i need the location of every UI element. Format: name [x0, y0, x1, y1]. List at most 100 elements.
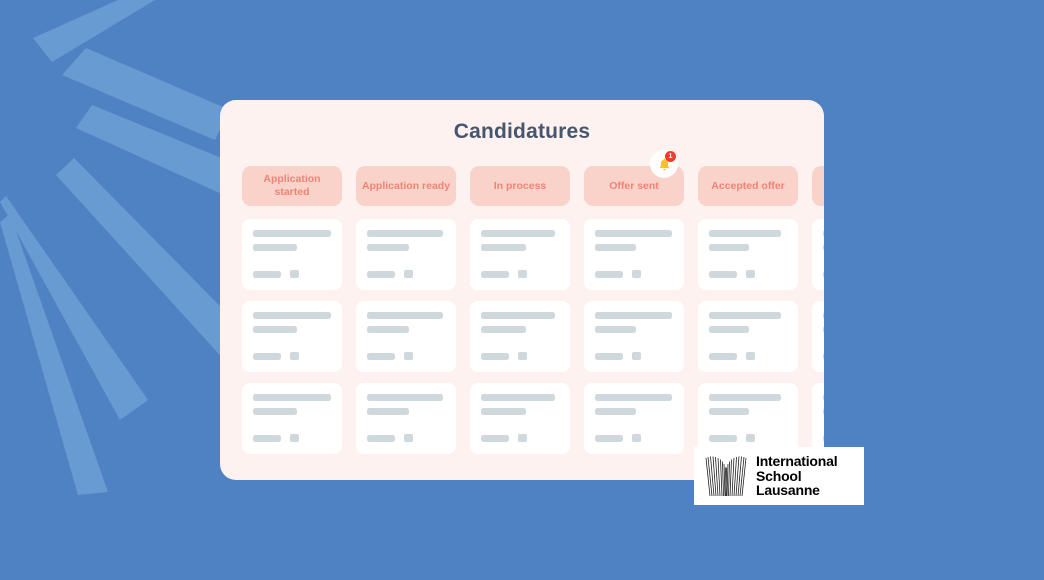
column-header-pill[interactable]: Application started	[242, 166, 342, 206]
skeleton-card-footer	[709, 352, 755, 360]
skeleton-card[interactable]	[584, 301, 684, 372]
skeleton-bar-tag	[253, 434, 281, 442]
skeleton-card-footer	[823, 352, 824, 360]
skeleton-card-footer	[595, 270, 641, 278]
page-title: Candidatures	[453, 120, 591, 143]
skeleton-bar-secondary	[481, 408, 526, 415]
skeleton-card-footer	[595, 434, 641, 442]
skeleton-card[interactable]	[470, 219, 570, 290]
column-cards	[812, 219, 824, 454]
skeleton-bar-primary	[709, 312, 781, 319]
skeleton-bar-chip	[290, 270, 299, 278]
skeleton-bar-primary	[595, 312, 672, 319]
skeleton-bar-secondary	[709, 326, 749, 333]
skeleton-bar-secondary	[367, 408, 409, 415]
notification-bell-button[interactable]: 1	[650, 150, 678, 178]
board-column-in-process: In process	[470, 166, 570, 454]
skeleton-bar-secondary	[595, 408, 636, 415]
board-column-offer-sent: Offer sent	[584, 166, 684, 454]
skeleton-bar-tag	[367, 352, 395, 360]
skeleton-bar-secondary	[481, 244, 526, 251]
skeleton-card[interactable]	[356, 301, 456, 372]
skeleton-bar-secondary	[709, 244, 749, 251]
skeleton-card[interactable]	[812, 383, 824, 454]
skeleton-card[interactable]	[812, 219, 824, 290]
skeleton-bar-tag	[253, 270, 281, 278]
skeleton-bar-chip	[746, 352, 755, 360]
column-header-pill[interactable]: Application ready	[356, 166, 456, 206]
column-header-pill[interactable]	[812, 166, 824, 206]
skeleton-card[interactable]	[698, 301, 798, 372]
skeleton-bar-primary	[253, 312, 331, 319]
skeleton-bar-chip	[632, 352, 641, 360]
skeleton-bar-chip	[290, 352, 299, 360]
skeleton-bar-tag	[595, 270, 623, 278]
skeleton-bar-secondary	[595, 326, 636, 333]
skeleton-card-footer	[253, 434, 299, 442]
skeleton-bar-secondary	[481, 326, 526, 333]
column-cards	[698, 219, 798, 454]
skeleton-bar-secondary	[253, 244, 297, 251]
skeleton-card[interactable]	[812, 301, 824, 372]
skeleton-bar-tag	[823, 434, 824, 442]
skeleton-card[interactable]	[356, 219, 456, 290]
skeleton-card[interactable]	[242, 383, 342, 454]
skeleton-card[interactable]	[242, 301, 342, 372]
skeleton-bar-chip	[746, 434, 755, 442]
skeleton-bar-secondary	[823, 326, 824, 333]
skeleton-bar-secondary	[367, 244, 409, 251]
column-header-pill[interactable]: In process	[470, 166, 570, 206]
skeleton-bar-tag	[367, 270, 395, 278]
skeleton-bar-chip	[518, 352, 527, 360]
skeleton-bar-primary	[367, 230, 443, 237]
skeleton-bar-primary	[823, 312, 824, 319]
skeleton-card[interactable]	[356, 383, 456, 454]
skeleton-card[interactable]	[584, 219, 684, 290]
skeleton-bar-tag	[823, 352, 824, 360]
skeleton-bar-primary	[595, 394, 672, 401]
skeleton-bar-secondary	[823, 408, 824, 415]
skeleton-card-footer	[823, 270, 824, 278]
skeleton-bar-chip	[518, 270, 527, 278]
logo-line-1: International	[756, 453, 838, 470]
board-column-application-started: Application started	[242, 166, 342, 454]
skeleton-card-footer	[253, 270, 299, 278]
column-cards	[242, 219, 342, 454]
skeleton-bar-tag	[709, 352, 737, 360]
skeleton-bar-chip	[746, 270, 755, 278]
skeleton-bar-tag	[595, 352, 623, 360]
skeleton-card[interactable]	[470, 301, 570, 372]
skeleton-bar-chip	[404, 434, 413, 442]
skeleton-card[interactable]	[698, 219, 798, 290]
logo-wordmark: International School Lausanne	[756, 453, 838, 498]
notification-count-badge: 1	[665, 151, 676, 162]
skeleton-bar-chip	[632, 434, 641, 442]
skeleton-bar-tag	[595, 434, 623, 442]
skeleton-bar-secondary	[367, 326, 409, 333]
column-header-pill[interactable]: Accepted offer	[698, 166, 798, 206]
skeleton-card-footer	[481, 352, 527, 360]
skeleton-bar-tag	[481, 270, 509, 278]
skeleton-bar-primary	[367, 312, 443, 319]
logo-line-2: School	[756, 467, 802, 484]
skeleton-bar-chip	[404, 352, 413, 360]
skeleton-bar-primary	[481, 312, 555, 319]
skeleton-bar-chip	[518, 434, 527, 442]
skeleton-card-footer	[709, 270, 755, 278]
skeleton-card-footer	[709, 434, 755, 442]
column-cards	[584, 219, 684, 454]
candidatures-panel: Candidatures Application started Applica…	[220, 100, 824, 480]
skeleton-bar-primary	[595, 230, 672, 237]
skeleton-card[interactable]	[242, 219, 342, 290]
skeleton-bar-secondary	[595, 244, 636, 251]
skeleton-bar-secondary	[253, 408, 297, 415]
skeleton-card[interactable]	[470, 383, 570, 454]
skeleton-bar-tag	[367, 434, 395, 442]
skeleton-card-footer	[823, 434, 824, 442]
skeleton-card-footer	[367, 270, 413, 278]
skeleton-card[interactable]	[698, 383, 798, 454]
skeleton-card-footer	[481, 434, 527, 442]
skeleton-card[interactable]	[584, 383, 684, 454]
skeleton-bar-tag	[481, 352, 509, 360]
kanban-board: Application started Application ready In…	[242, 166, 824, 454]
